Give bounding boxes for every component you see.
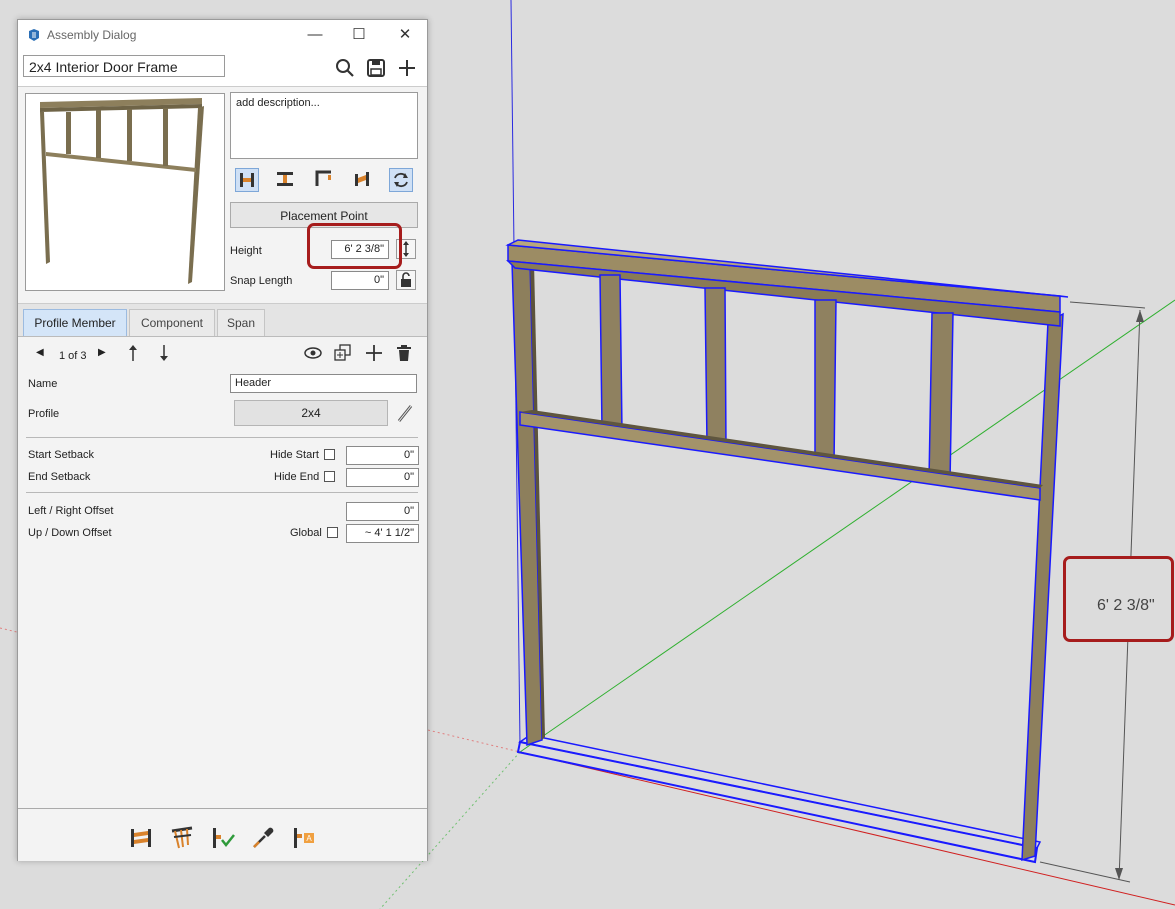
apply-assembly-check-icon[interactable] [210, 825, 236, 851]
delete-member-icon[interactable] [396, 344, 412, 362]
frame-corner-icon [315, 170, 331, 186]
add-icon[interactable] [397, 58, 417, 78]
mode-angled-button[interactable] [351, 168, 375, 192]
assembly-dialog: Assembly Dialog — ☐ ✕ 2x4 Interior Door … [17, 19, 428, 861]
duplicate-member-icon[interactable] [334, 344, 352, 362]
window-title: Assembly Dialog [47, 28, 137, 42]
end-setback-label: End Setback [28, 471, 91, 483]
end-setback-input[interactable]: 0" [346, 468, 419, 487]
snap-length-input[interactable]: 0" [331, 271, 389, 290]
up-down-offset-label: Up / Down Offset [28, 527, 112, 539]
tab-strip: Profile Member Component Span [18, 303, 427, 337]
refresh-button[interactable] [389, 168, 413, 192]
left-right-offset-input[interactable]: 0" [346, 502, 419, 521]
add-member-icon[interactable] [365, 344, 383, 362]
tab-profile-member[interactable]: Profile Member [23, 309, 127, 336]
lock-button[interactable] [396, 270, 416, 290]
profile-select-button[interactable]: 2x4 [234, 400, 388, 426]
eyedropper-icon[interactable] [250, 825, 276, 851]
red-axis [519, 751, 1175, 906]
bottom-toolbar: A [18, 808, 427, 861]
hide-end-label: Hide End [274, 471, 320, 483]
door-frame-model[interactable] [505, 239, 1069, 864]
tab-component[interactable]: Component [129, 309, 215, 336]
assembly-name-input[interactable]: 2x4 Interior Door Frame [23, 55, 225, 77]
search-icon[interactable] [335, 58, 355, 78]
place-assembly-icon[interactable] [128, 825, 154, 851]
sketchup-app-icon [29, 29, 39, 41]
name-label: Name [28, 378, 58, 390]
tab-span[interactable]: Span [217, 309, 265, 336]
hide-end-checkbox[interactable] [324, 471, 335, 482]
move-down-icon[interactable] [157, 344, 171, 362]
maximize-button[interactable]: ☐ [344, 24, 374, 46]
height-label: Height [230, 245, 262, 257]
divider [26, 437, 418, 438]
mode-end-to-end-button[interactable] [235, 168, 259, 192]
edit-profile-icon[interactable] [396, 403, 414, 423]
close-button[interactable]: ✕ [390, 24, 420, 46]
mode-corner-button[interactable] [313, 168, 337, 192]
description-textarea[interactable]: add description... [230, 92, 418, 159]
frame-angled-icon [355, 172, 369, 186]
dimension-label: 6' 2 3/8" [1097, 597, 1155, 614]
title-bar[interactable]: Assembly Dialog — ☐ ✕ [18, 20, 427, 50]
snap-length-label: Snap Length [230, 275, 293, 287]
next-member-button[interactable]: ▶ [98, 347, 106, 358]
mode-between-button[interactable] [274, 168, 298, 192]
assembly-preview [25, 93, 225, 291]
preview-image [40, 98, 204, 284]
unlock-icon [401, 272, 411, 287]
hide-start-label: Hide Start [270, 449, 319, 461]
global-label: Global [290, 527, 322, 539]
refresh-icon [394, 172, 408, 188]
place-angled-assembly-icon[interactable] [169, 825, 195, 851]
visibility-eye-icon[interactable] [304, 346, 322, 360]
left-right-offset-label: Left / Right Offset [28, 505, 114, 517]
start-setback-label: Start Setback [28, 449, 95, 461]
global-checkbox[interactable] [327, 527, 338, 538]
start-setback-input[interactable]: 0" [346, 446, 419, 465]
save-icon[interactable] [366, 58, 386, 78]
minimize-button[interactable]: — [300, 24, 330, 46]
height-highlight [307, 223, 402, 269]
frame-between-icon [277, 172, 293, 186]
prev-member-button[interactable]: ◀ [36, 347, 44, 358]
assembly-label-icon[interactable]: A [291, 825, 317, 851]
member-pager: 1 of 3 [59, 350, 87, 362]
member-name-input[interactable]: Header [230, 374, 417, 393]
move-up-icon[interactable] [126, 344, 140, 362]
assembly-toolbar: 2x4 Interior Door Frame [18, 50, 427, 87]
svg-text:A: A [306, 834, 312, 843]
profile-label: Profile [28, 408, 60, 420]
up-down-offset-input[interactable]: ~ 4' 1 1/2" [346, 524, 419, 543]
frame-end-icon [240, 173, 254, 187]
hide-start-checkbox[interactable] [324, 449, 335, 460]
divider [26, 492, 418, 493]
